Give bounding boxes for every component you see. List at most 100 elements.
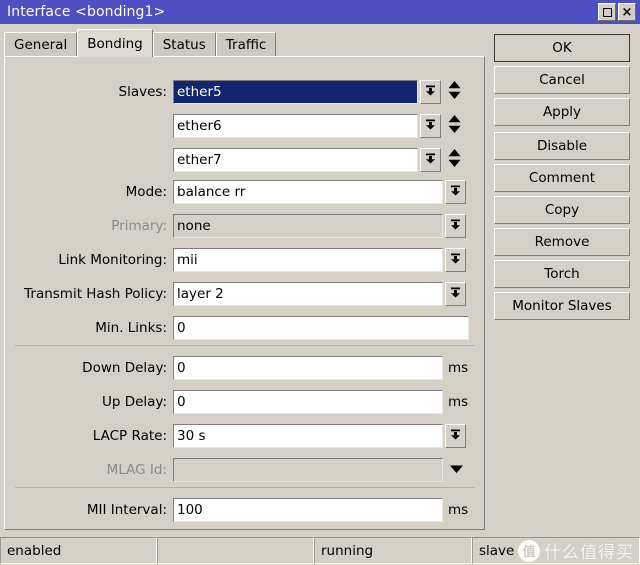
maximize-icon <box>602 7 612 17</box>
input-slave-1[interactable]: ether6 <box>173 114 418 138</box>
chevron-down-icon <box>424 84 437 101</box>
field-label: Up Delay: <box>101 394 167 410</box>
button-label: Monitor Slaves <box>512 298 612 314</box>
arrows-up-down-icon <box>447 80 462 104</box>
window-controls: × <box>598 3 636 21</box>
input-value: 100 <box>177 502 203 518</box>
form-row-mlag-id: MLAG Id: <box>5 457 467 483</box>
input-value: 0 <box>177 320 186 336</box>
status-cell-empty <box>157 537 314 564</box>
dropdown-button[interactable] <box>445 214 466 238</box>
tab-general[interactable]: General <box>4 32 78 57</box>
spinner-up-down[interactable] <box>445 80 463 104</box>
input-value: layer 2 <box>177 286 224 302</box>
dropdown-button[interactable] <box>420 114 441 138</box>
input-primary: none <box>173 214 443 238</box>
maximize-button[interactable] <box>598 3 616 21</box>
dropdown-button[interactable] <box>445 424 466 448</box>
input-mlag-id <box>173 458 443 482</box>
button-label: Copy <box>544 202 580 218</box>
button-label: Cancel <box>539 72 585 88</box>
input-slaves[interactable]: ether5 <box>173 80 418 104</box>
dropdown-button[interactable] <box>445 180 466 204</box>
input-link-monitoring[interactable]: mii <box>173 248 443 272</box>
chevron-down-icon <box>424 152 437 169</box>
spinner-up-down[interactable] <box>445 148 463 172</box>
form-separator <box>15 345 475 346</box>
field-label: MII Interval: <box>86 502 167 518</box>
arrows-up-down-icon <box>447 148 462 172</box>
form-separator <box>15 487 475 488</box>
chevron-down-icon <box>449 428 462 445</box>
chevron-down-icon <box>449 218 462 235</box>
button-label: Apply <box>542 104 582 120</box>
ok-button[interactable]: OK <box>494 34 630 62</box>
button-label: Torch <box>544 266 580 282</box>
disable-button[interactable]: Disable <box>494 132 630 160</box>
form-row-transmit-hash-policy: Transmit Hash Policy: layer 2 <box>5 281 466 307</box>
comment-button[interactable]: Comment <box>494 164 630 192</box>
input-down-delay[interactable]: 0 <box>173 356 443 380</box>
cancel-button[interactable]: Cancel <box>494 66 630 94</box>
apply-button[interactable]: Apply <box>494 98 630 126</box>
title-bar: Interface <bonding1> × <box>0 0 640 24</box>
chevron-down-icon <box>449 286 462 303</box>
status-cell-running: running <box>314 537 472 564</box>
chevron-down-icon <box>449 184 462 201</box>
input-value: ether5 <box>177 84 222 100</box>
copy-button[interactable]: Copy <box>494 196 630 224</box>
field-label: Mode: <box>125 184 167 200</box>
input-transmit-hash-policy[interactable]: layer 2 <box>173 282 443 306</box>
dropdown-button[interactable] <box>420 148 441 172</box>
status-cell-slave: slave <box>472 537 640 564</box>
tab-label: Traffic <box>225 37 267 53</box>
triangle-down-icon <box>449 463 464 478</box>
form-row-mii-interval: MII Interval: 100 ms <box>5 497 468 523</box>
form-row-slave-2: ether7 <box>5 147 463 173</box>
dropdown-button[interactable] <box>445 282 466 306</box>
form-row-min-links: Min. Links: 0 <box>5 315 469 341</box>
input-mii-interval[interactable]: 100 <box>173 498 443 522</box>
tab-traffic[interactable]: Traffic <box>215 32 277 57</box>
field-label: Transmit Hash Policy: <box>24 286 167 302</box>
status-bar: enabled running slave <box>0 536 640 565</box>
dropdown-button[interactable] <box>445 248 466 272</box>
form-row-lacp-rate: LACP Rate: 30 s <box>5 423 466 449</box>
remove-button[interactable]: Remove <box>494 228 630 256</box>
dropdown-button[interactable] <box>420 80 441 104</box>
field-label: Min. Links: <box>95 320 167 336</box>
bonding-form-panel: Slaves: ether5 ether6 ether7 Mode: balance rr… <box>4 56 485 530</box>
field-label: Link Monitoring: <box>58 252 167 268</box>
input-lacp-rate[interactable]: 30 s <box>173 424 443 448</box>
input-value: 30 s <box>177 428 206 444</box>
tab-label: Status <box>162 37 206 53</box>
field-label: Down Delay: <box>82 360 167 376</box>
form-row-up-delay: Up Delay: 0 ms <box>5 389 468 415</box>
status-text: enabled <box>7 542 62 559</box>
input-value: balance rr <box>177 184 246 200</box>
form-row-slaves: Slaves: ether5 <box>5 79 463 105</box>
form-row-slave-1: ether6 <box>5 113 463 139</box>
tab-status[interactable]: Status <box>152 32 216 57</box>
tab-bonding[interactable]: Bonding <box>77 29 153 57</box>
spinner-up-down[interactable] <box>445 114 463 138</box>
tab-bar: General Bonding Status Traffic <box>4 29 277 57</box>
arrows-up-down-icon <box>447 114 462 138</box>
input-value: 0 <box>177 360 186 376</box>
unit-label: ms <box>448 394 469 410</box>
interface-bonding-window: Interface <bonding1> × General Bonding Sta… <box>0 0 640 565</box>
status-cell-enabled: enabled <box>0 537 157 564</box>
field-label: MLAG Id: <box>106 462 167 478</box>
input-min-links[interactable]: 0 <box>173 316 469 340</box>
input-value: mii <box>177 252 198 268</box>
dropdown-arrow[interactable] <box>445 458 467 482</box>
torch-button[interactable]: Torch <box>494 260 630 288</box>
field-label: Primary: <box>111 218 167 234</box>
input-up-delay[interactable]: 0 <box>173 390 443 414</box>
input-slave-2[interactable]: ether7 <box>173 148 418 172</box>
unit-label: ms <box>448 360 469 376</box>
input-mode[interactable]: balance rr <box>173 180 443 204</box>
close-button[interactable]: × <box>618 3 636 21</box>
monitor-slaves-button[interactable]: Monitor Slaves <box>494 292 630 320</box>
input-value: 0 <box>177 394 186 410</box>
